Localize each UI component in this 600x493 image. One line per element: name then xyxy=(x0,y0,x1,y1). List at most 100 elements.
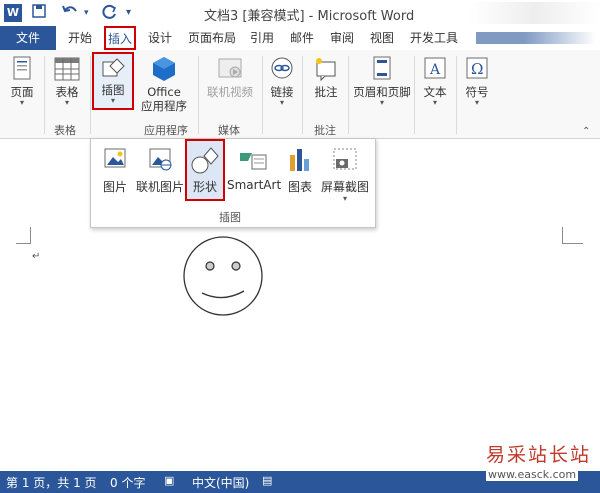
margin-corner-left xyxy=(16,227,31,244)
separator xyxy=(198,56,199,134)
omega-icon: Ω xyxy=(460,56,494,85)
page-button[interactable]: 页面 ▾ xyxy=(6,56,38,107)
chart-icon xyxy=(290,149,309,171)
separator xyxy=(262,56,263,134)
chart-button[interactable]: 图表 xyxy=(283,145,317,195)
separator xyxy=(90,56,91,134)
insert-tab-highlight xyxy=(104,26,136,50)
picture-label: 图片 xyxy=(102,180,127,194)
video-icon xyxy=(204,56,256,85)
comment-button[interactable]: 批注 xyxy=(308,56,344,99)
margin-corner-right xyxy=(562,227,583,244)
online-picture-icon xyxy=(149,148,172,171)
title-decoration xyxy=(470,2,600,24)
smartart-label: SmartArt xyxy=(227,178,282,192)
table-label: 表格 xyxy=(55,85,79,99)
undo-icon[interactable] xyxy=(62,4,80,24)
account-area xyxy=(476,32,596,44)
title-bar: W ▾ ▾ 文档3 [兼容模式] - Microsoft Word xyxy=(0,0,600,26)
group-label-media: 媒体 xyxy=(218,124,240,137)
tab-home[interactable]: 开始 xyxy=(68,26,92,50)
chevron-down-icon: ▾ xyxy=(379,98,384,107)
symbol-button[interactable]: Ω 符号 ▾ xyxy=(460,56,494,107)
window-title: 文档3 [兼容模式] - Microsoft Word xyxy=(204,9,415,24)
online-video-label: 联机视频 xyxy=(207,85,253,99)
separator xyxy=(44,56,45,134)
tab-mailings[interactable]: 邮件 xyxy=(290,26,314,50)
separator xyxy=(302,56,303,134)
word-count[interactable]: 0 个字 xyxy=(110,474,145,491)
redo-icon[interactable] xyxy=(102,4,118,26)
picture-button[interactable]: 图片 xyxy=(97,145,133,195)
watermark-logo: 易采站长站 xyxy=(486,444,592,466)
separator xyxy=(348,56,349,134)
ribbon: 页面 ▾ 表格 ▾ 表格 插图 ▾ Office 应用程序 应用程序 联机视频 … xyxy=(0,50,600,139)
illustrations-button[interactable]: 插图 ▾ xyxy=(94,56,132,105)
symbol-label: 符号 xyxy=(465,85,489,99)
tab-review[interactable]: 审阅 xyxy=(330,26,354,50)
undo-dropdown-icon[interactable]: ▾ xyxy=(84,4,89,22)
separator xyxy=(414,56,415,134)
group-label-comments: 批注 xyxy=(314,124,336,137)
page-icon xyxy=(6,56,38,85)
office-store-icon xyxy=(136,56,192,85)
page-label: 页面 xyxy=(10,85,34,99)
link-label: 链接 xyxy=(270,85,294,99)
chevron-down-icon: ▾ xyxy=(110,96,115,105)
panel-group-label: 插图 xyxy=(219,211,241,224)
chart-label: 图表 xyxy=(287,180,312,194)
screenshot-icon xyxy=(333,148,357,170)
proofing-icon[interactable]: ▣ xyxy=(164,474,174,487)
chevron-down-icon: ▾ xyxy=(342,194,347,203)
group-label-apps: 应用程序 xyxy=(144,124,188,137)
save-icon[interactable] xyxy=(32,4,46,24)
tab-view[interactable]: 视图 xyxy=(370,26,394,50)
ribbon-tab-row: 文件 开始 插入 设计 页面布局 引用 邮件 审阅 视图 开发工具 xyxy=(0,26,600,51)
comment-label: 批注 xyxy=(314,85,338,99)
text-button[interactable]: A 文本 ▾ xyxy=(418,56,452,107)
shapes-button[interactable]: 形状 xyxy=(187,145,223,195)
smartart-button[interactable]: SmartArt xyxy=(227,145,282,192)
chevron-down-icon: ▾ xyxy=(19,98,24,107)
shapes-icon xyxy=(191,147,219,174)
online-video-button[interactable]: 联机视频 xyxy=(204,56,256,99)
office-label: Office xyxy=(147,85,181,99)
group-label-table: 表格 xyxy=(54,124,76,137)
apps-label: 应用程序 xyxy=(141,99,187,113)
table-button[interactable]: 表格 ▾ xyxy=(50,56,84,107)
tab-references[interactable]: 引用 xyxy=(250,26,274,50)
chevron-down-icon: ▾ xyxy=(64,98,69,107)
tab-file[interactable]: 文件 xyxy=(0,26,56,50)
header-footer-button[interactable]: 页眉和页脚 ▾ xyxy=(352,56,412,107)
header-footer-label: 页眉和页脚 xyxy=(353,85,411,99)
screenshot-label: 屏幕截图 xyxy=(320,180,369,194)
word-app-icon: W xyxy=(4,4,22,22)
language-indicator[interactable]: 中文(中国) xyxy=(192,474,249,491)
tab-design[interactable]: 设计 xyxy=(148,26,172,50)
chevron-down-icon: ▾ xyxy=(432,98,437,107)
link-button[interactable]: 链接 ▾ xyxy=(266,56,298,107)
macro-icon[interactable]: ▤ xyxy=(262,474,272,487)
separator xyxy=(456,56,457,134)
online-picture-button[interactable]: 联机图片 xyxy=(135,145,185,195)
header-footer-icon xyxy=(352,56,412,85)
shapes-icon xyxy=(94,56,132,83)
svg-text:A: A xyxy=(429,62,441,78)
text-box-icon: A xyxy=(418,56,452,85)
online-picture-label: 联机图片 xyxy=(135,180,184,194)
chevron-down-icon: ▾ xyxy=(279,98,284,107)
comment-icon xyxy=(308,56,344,85)
smartart-icon xyxy=(240,153,267,170)
smiley-shape[interactable] xyxy=(182,235,264,317)
tab-layout[interactable]: 页面布局 xyxy=(188,26,236,50)
office-apps-button[interactable]: Office 应用程序 xyxy=(136,56,192,113)
table-icon xyxy=(50,56,84,85)
shapes-label: 形状 xyxy=(192,180,217,194)
screenshot-button[interactable]: 屏幕截图 ▾ xyxy=(319,145,371,203)
chevron-down-icon: ▾ xyxy=(474,98,479,107)
page-count[interactable]: 第 1 页，共 1 页 xyxy=(6,474,97,491)
watermark-url: www.easck.com xyxy=(486,468,579,481)
customize-icon[interactable]: ▾ xyxy=(126,4,131,22)
collapse-ribbon-icon[interactable]: ⌃ xyxy=(582,126,590,137)
tab-developer[interactable]: 开发工具 xyxy=(410,26,458,50)
